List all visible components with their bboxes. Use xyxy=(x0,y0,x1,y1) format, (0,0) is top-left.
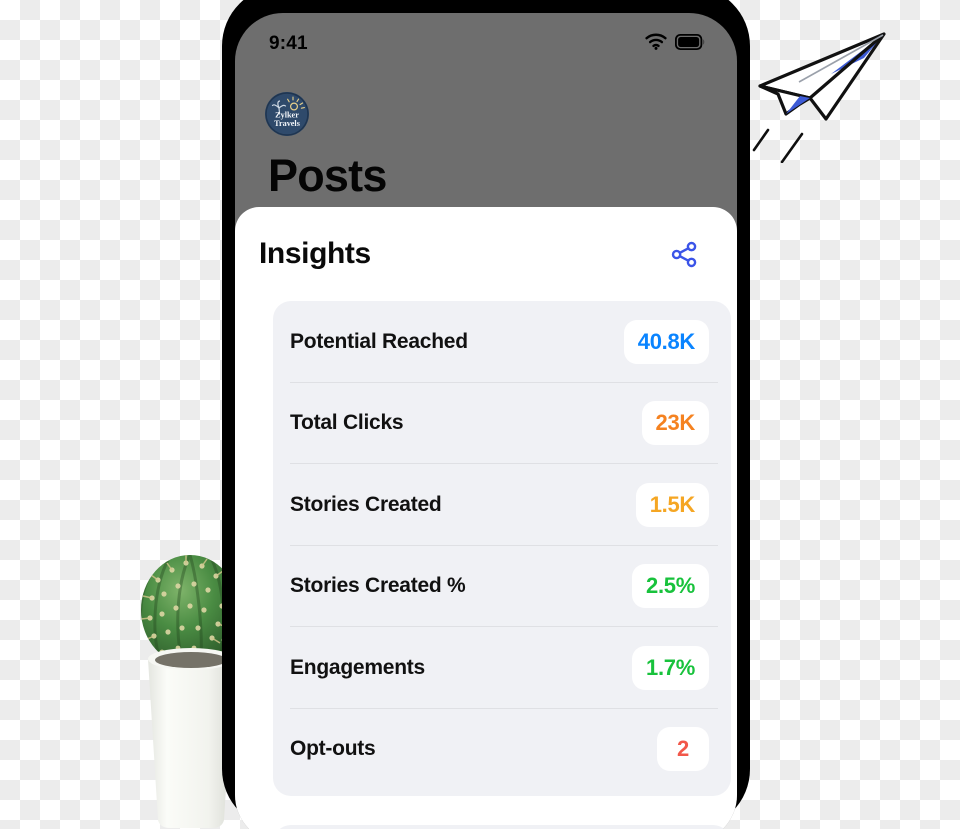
metric-label: Stories Created % xyxy=(290,574,466,598)
app-header: Zylker Travels Posts xyxy=(235,61,737,221)
plane-crease-main xyxy=(808,33,885,100)
metric-value-badge: 2.5% xyxy=(632,564,709,609)
insights-metrics-card: Potential Reached 40.8K Total Clicks 23K Sto… xyxy=(273,301,731,796)
metric-label: Opt-outs xyxy=(290,737,376,761)
plane-facet-lower xyxy=(786,96,810,114)
battery-icon xyxy=(674,33,705,55)
phone-mockup: 9:41 Zylker Travels Posts Insights Poten… xyxy=(222,0,750,829)
metric-row[interactable]: Engagements 1.7% xyxy=(273,627,731,709)
metric-row[interactable]: Stories Created 1.5K xyxy=(273,464,731,546)
brand-logo-svg: Zylker Travels xyxy=(265,92,309,136)
status-bar-icons xyxy=(645,33,705,55)
metric-row[interactable]: Stories Created % 2.5% xyxy=(273,546,731,627)
plane-wing xyxy=(758,84,812,116)
metric-label: Engagements xyxy=(290,655,425,679)
metric-label: Potential Reached xyxy=(290,329,468,353)
metric-row[interactable]: Potential Reached 40.8K xyxy=(273,301,731,383)
share-icon-svg xyxy=(671,241,696,267)
brand-logo[interactable]: Zylker Travels xyxy=(265,92,309,136)
paper-plane-decoration xyxy=(752,18,958,164)
insights-title: Insights xyxy=(259,237,371,270)
logo-text-line2: Travels xyxy=(274,119,300,128)
plane-facet-upper xyxy=(831,35,883,74)
phone-screen: 9:41 Zylker Travels Posts Insights Poten… xyxy=(235,13,737,829)
metric-row[interactable]: Opt-outs 2 xyxy=(273,709,731,791)
metric-row[interactable]: Total Clicks 23K xyxy=(273,383,731,464)
secondary-card-partial[interactable] xyxy=(273,825,731,829)
wifi-icon xyxy=(645,33,667,55)
insights-sheet: Insights Potential Reached 40.8K Total Cli… xyxy=(235,207,737,829)
pot-soil xyxy=(149,649,233,673)
status-bar: 9:41 xyxy=(235,27,737,61)
metric-label: Stories Created xyxy=(290,492,442,516)
page-title: Posts xyxy=(268,150,387,201)
status-bar-clock: 9:41 xyxy=(269,33,308,54)
metric-value-badge: 1.7% xyxy=(632,645,709,690)
metric-value-badge: 40.8K xyxy=(623,319,709,364)
plane-body xyxy=(758,32,886,121)
share-icon[interactable] xyxy=(667,237,701,271)
cactus-spines xyxy=(141,555,235,663)
plane-crease-thin xyxy=(798,34,884,83)
insights-sheet-header: Insights xyxy=(235,207,737,283)
pot-inner xyxy=(155,652,227,668)
plane-motion-lines xyxy=(752,128,804,164)
metric-label: Total Clicks xyxy=(290,411,404,435)
metric-value-badge: 2 xyxy=(657,727,709,772)
metric-value-badge: 1.5K xyxy=(635,482,709,527)
paper-plane-svg xyxy=(752,32,886,164)
metric-value-badge: 23K xyxy=(641,401,709,446)
